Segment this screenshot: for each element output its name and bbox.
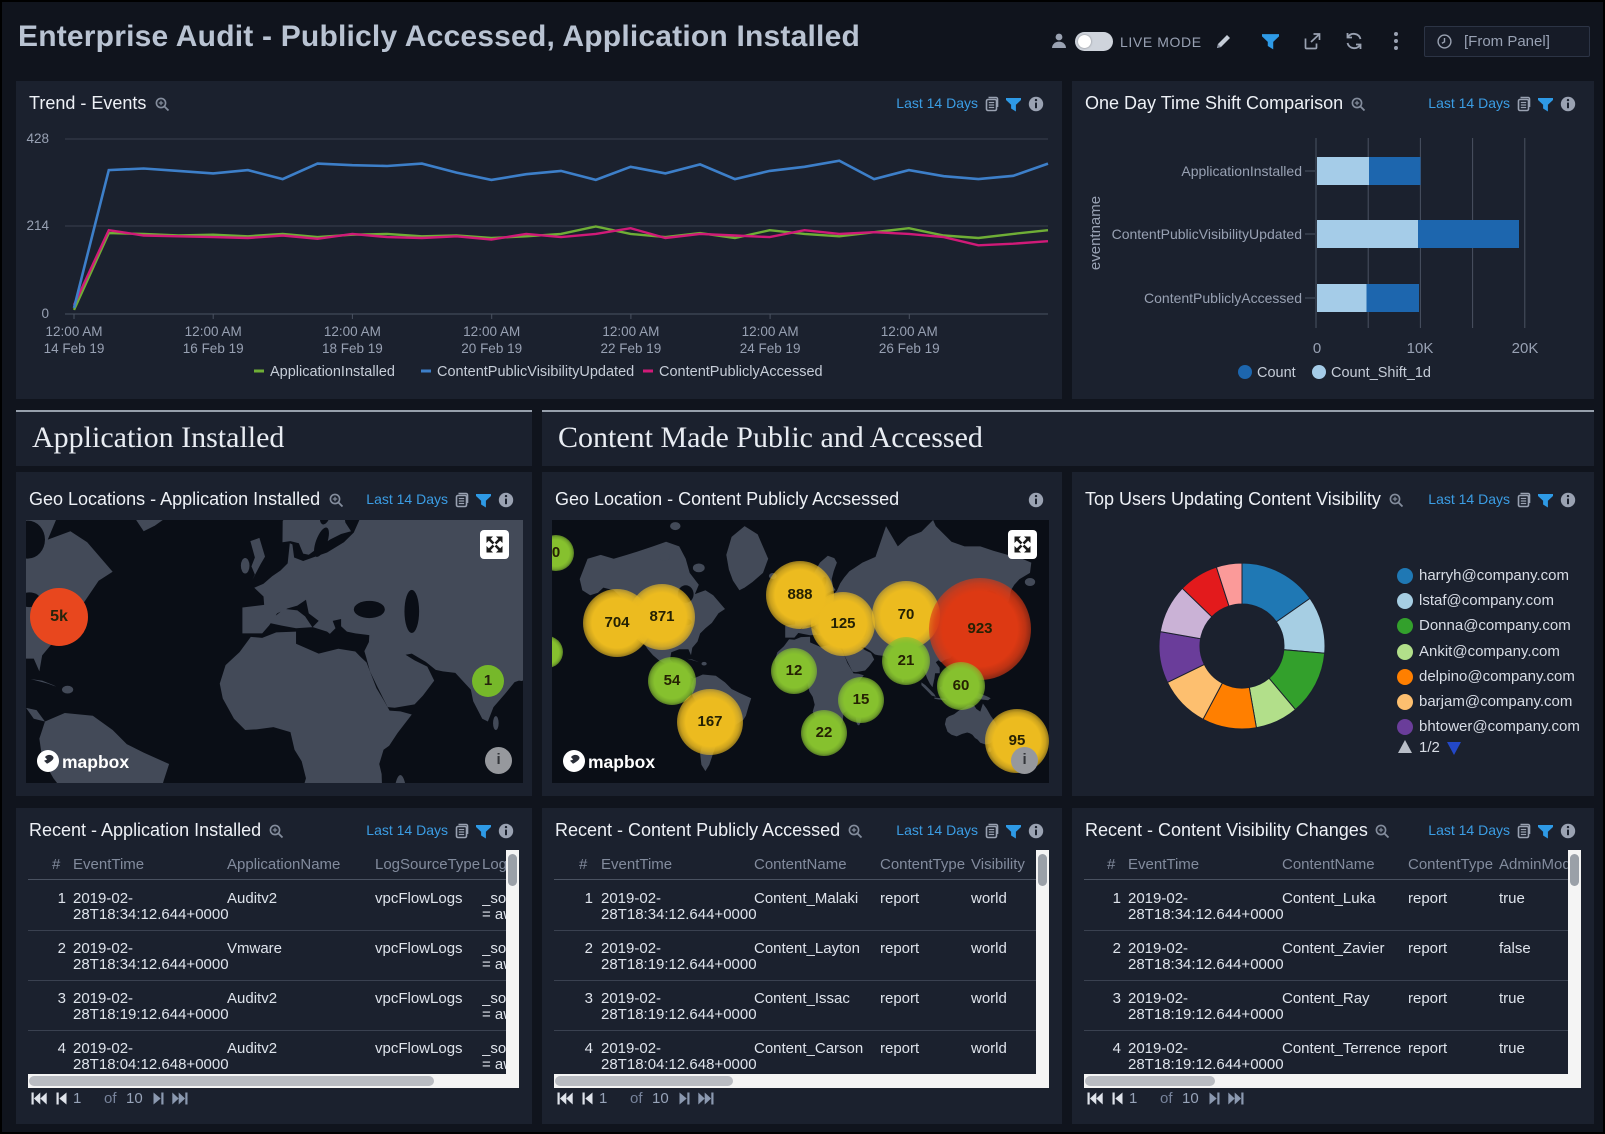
svg-text:24 Feb 19: 24 Feb 19: [740, 341, 801, 356]
svg-text:20K: 20K: [1512, 340, 1539, 357]
svg-text:ContentPubliclyAccessed: ContentPubliclyAccessed: [1144, 290, 1302, 306]
svg-text:428: 428: [26, 131, 49, 146]
svg-text:16 Feb 19: 16 Feb 19: [183, 341, 244, 356]
svg-text:12:00 AM: 12:00 AM: [881, 324, 938, 339]
svg-text:12:00 AM: 12:00 AM: [602, 324, 659, 339]
svg-text:ContentPublicVisibilityUpdated: ContentPublicVisibilityUpdated: [1112, 226, 1302, 242]
svg-text:mapbox: mapbox: [62, 752, 129, 772]
svg-text:ApplicationInstalled: ApplicationInstalled: [1181, 163, 1302, 179]
svg-text:0: 0: [41, 306, 49, 321]
svg-text:18 Feb 19: 18 Feb 19: [322, 341, 383, 356]
svg-text:eventname: eventname: [1087, 196, 1104, 270]
svg-text:10K: 10K: [1407, 340, 1434, 357]
svg-text:26 Feb 19: 26 Feb 19: [879, 341, 940, 356]
svg-text:ContentPubliclyAccessed: ContentPubliclyAccessed: [659, 364, 823, 380]
svg-text:Count: Count: [1257, 365, 1296, 381]
svg-text:22 Feb 19: 22 Feb 19: [601, 341, 662, 356]
svg-text:0: 0: [1313, 340, 1321, 357]
svg-text:12:00 AM: 12:00 AM: [45, 324, 102, 339]
svg-text:214: 214: [26, 218, 49, 233]
svg-text:Count_Shift_1d: Count_Shift_1d: [1331, 365, 1431, 381]
svg-text:12:00 AM: 12:00 AM: [185, 324, 242, 339]
svg-text:14 Feb 19: 14 Feb 19: [44, 341, 105, 356]
svg-text:12:00 AM: 12:00 AM: [324, 324, 381, 339]
svg-text:12:00 AM: 12:00 AM: [463, 324, 520, 339]
svg-text:ApplicationInstalled: ApplicationInstalled: [270, 364, 395, 380]
svg-text:12:00 AM: 12:00 AM: [742, 324, 799, 339]
svg-text:mapbox: mapbox: [588, 752, 655, 772]
svg-text:20 Feb 19: 20 Feb 19: [461, 341, 522, 356]
svg-text:ContentPublicVisibilityUpdated: ContentPublicVisibilityUpdated: [437, 364, 634, 380]
